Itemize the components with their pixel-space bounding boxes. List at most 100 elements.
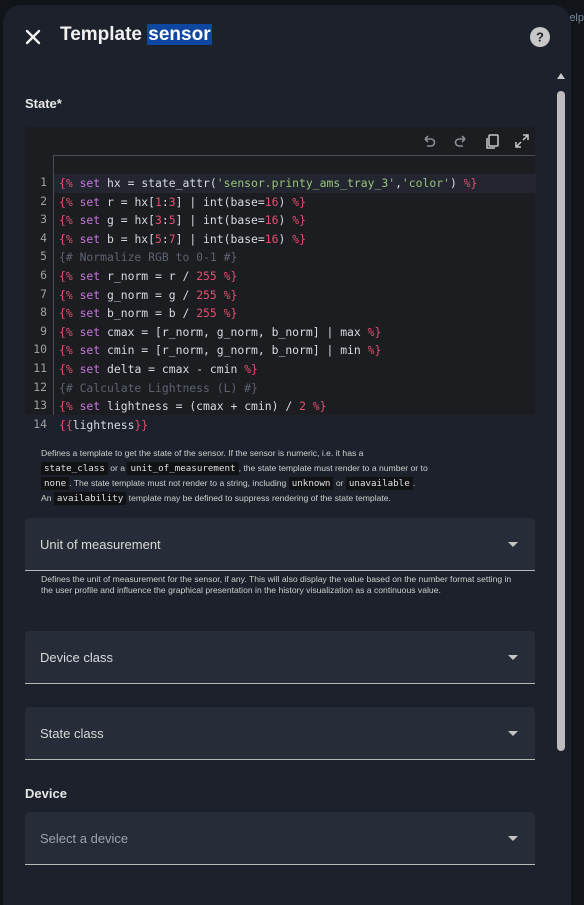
code-token: /	[175, 287, 197, 302]
line-number: 4	[40, 230, 47, 245]
help-circle-icon[interactable]: ?	[529, 26, 551, 48]
line-number: 8	[40, 305, 47, 320]
code-unavailable: unavailable	[345, 477, 413, 490]
line-number: 13	[33, 398, 47, 413]
code-token: {%	[59, 343, 73, 358]
code-token: set	[72, 176, 108, 190]
code-token: |	[182, 231, 204, 246]
code-token: int(base=	[203, 231, 265, 246]
code-token: %}	[360, 324, 382, 339]
code-token: state_attr(	[141, 176, 217, 190]
code-token: =	[148, 306, 169, 321]
close-icon[interactable]	[21, 25, 45, 49]
state-template-editor[interactable]: 1 2 3 4 5 6 7 8 9 10 11 12 13 14 {% set hx = state_at…	[25, 127, 536, 432]
state-class-select[interactable]: State class	[25, 707, 535, 760]
code-token: cmin	[209, 361, 238, 376]
code-line: {% set hx = state_attr('sensor.printy_am…	[54, 174, 536, 193]
code-token: =	[134, 324, 156, 339]
code-token: 16	[264, 231, 279, 246]
state-helper-part: or	[333, 478, 346, 488]
line-number: 5	[40, 249, 47, 264]
code-token: =	[168, 399, 190, 414]
code-token: r_norm	[107, 268, 149, 283]
unit-of-measurement-label: Unit of measurement	[40, 537, 161, 552]
code-token: hx[	[134, 231, 156, 246]
code-token: {%	[59, 361, 73, 376]
undo-icon[interactable]	[421, 133, 437, 149]
code-token: int(base=	[203, 194, 265, 209]
template-sensor-dialog: Template sensor ? State* 1 2 3 4 5 6 7 8 9 10 11 12…	[3, 5, 571, 905]
code-token: {%	[59, 399, 73, 414]
code-token: =	[113, 194, 135, 209]
code-token: 255	[196, 287, 217, 302]
scroll-thumb[interactable]	[557, 91, 565, 751]
chevron-down-icon	[508, 655, 518, 660]
dialog-title: Template sensor	[60, 24, 212, 46]
state-helper-part: , the state template must render to a nu…	[238, 463, 428, 473]
code-token: %}	[216, 306, 238, 321]
code-token: =	[148, 287, 169, 302]
device-label: Device	[25, 786, 67, 801]
code-token: g	[168, 287, 176, 302]
code-token: =	[134, 343, 156, 358]
line-number: 10	[33, 342, 47, 357]
code-token: min	[340, 343, 361, 358]
code-token: 5	[155, 231, 162, 246]
redo-icon[interactable]	[453, 133, 469, 149]
dialog-title-prefix: Template	[60, 24, 148, 45]
code-token: ,	[395, 176, 402, 190]
device-select[interactable]: Select a device	[25, 812, 535, 865]
line-number: 2	[40, 193, 47, 208]
code-lines: {% set hx = state_attr('sensor.printy_am…	[54, 174, 536, 434]
svg-text:?: ?	[536, 30, 544, 45]
code-token: b_norm	[107, 306, 149, 321]
code-token: /	[278, 399, 300, 414]
code-line: {% set cmax = [r_norm, g_norm, b_norm] |…	[54, 323, 536, 342]
code-line: {# Calculate Lightness (L) #}	[54, 379, 536, 398]
code-token: cmax	[107, 324, 135, 339]
code-token: %}	[305, 399, 327, 414]
state-class-label: State class	[40, 726, 104, 741]
code-unit-of-measurement: unit_of_measurement	[127, 462, 239, 475]
unit-helper-text: Defines the unit of measurement for the …	[41, 574, 512, 595]
dialog-header: Template sensor ?	[3, 5, 571, 71]
code-token: }}	[134, 417, 149, 432]
code-token: 'sensor.printy_ams_tray_3'	[216, 176, 396, 190]
state-helper-part: An	[41, 493, 54, 503]
code-token: 5	[168, 213, 176, 228]
code-token: [r_norm, g_norm, b_norm]	[155, 324, 320, 339]
code-token: hx[	[134, 194, 156, 209]
scroll-up-arrow-icon[interactable]	[557, 73, 565, 79]
code-token: set	[72, 231, 108, 246]
code-token: int(base=	[203, 213, 265, 228]
code-token: %}	[456, 176, 478, 190]
code-line: {% set cmin = [r_norm, g_norm, b_norm] |…	[54, 341, 536, 360]
code-area[interactable]: {% set hx = state_attr('sensor.printy_am…	[53, 155, 536, 432]
device-class-select[interactable]: Device class	[25, 631, 535, 684]
fullscreen-icon[interactable]	[514, 133, 530, 149]
code-token: :	[161, 213, 169, 228]
code-line: {% set g_norm = g / 255 %}	[54, 286, 536, 305]
code-token: +	[223, 399, 245, 414]
code-token: 16	[264, 213, 279, 228]
code-token: -	[189, 361, 210, 376]
state-helper-part: template may be defined to suppress rend…	[126, 493, 391, 503]
unit-of-measurement-select[interactable]: Unit of measurement	[25, 518, 535, 571]
code-token: lightness	[107, 399, 169, 414]
copy-icon[interactable]	[484, 133, 500, 149]
code-token: %}	[216, 287, 238, 302]
code-line: {% set delta = cmax - cmin %}	[54, 360, 536, 379]
chevron-down-icon	[508, 542, 518, 547]
code-line: {% set r_norm = r / 255 %}	[54, 267, 536, 286]
code-token: delta	[107, 361, 142, 376]
code-token: r	[168, 268, 176, 283]
code-token: :	[161, 194, 169, 209]
code-token: set	[72, 268, 108, 283]
code-token: {%	[59, 213, 73, 228]
code-token: g_norm	[107, 287, 149, 302]
dialog-scrollbar[interactable]	[555, 73, 567, 888]
code-token: g	[107, 213, 114, 228]
code-none: none	[41, 477, 70, 490]
line-number: 9	[40, 323, 47, 338]
state-helper-part: Defines a template to get the state of t…	[41, 448, 364, 458]
